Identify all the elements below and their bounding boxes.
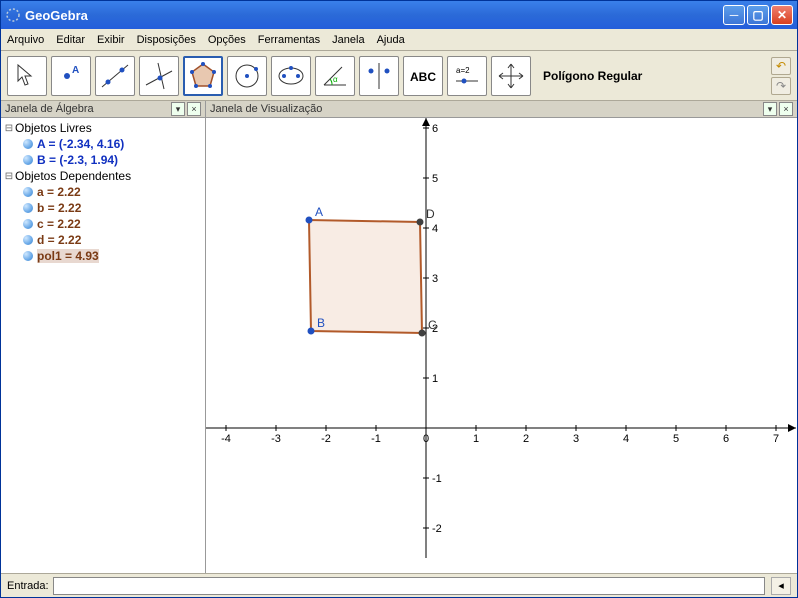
svg-text:6: 6 xyxy=(432,123,438,135)
titlebar[interactable]: GeoGebra ─ ▢ ✕ xyxy=(1,1,797,29)
svg-text:D: D xyxy=(426,207,435,221)
menu-ajuda[interactable]: Ajuda xyxy=(377,34,405,46)
svg-text:4: 4 xyxy=(623,433,629,445)
app-icon xyxy=(5,7,21,23)
selected-tool-label: Polígono Regular xyxy=(543,69,642,83)
tool-move-view[interactable] xyxy=(491,56,531,96)
svg-text:3: 3 xyxy=(573,433,579,445)
bullet-icon xyxy=(23,235,33,245)
algebra-pane: Janela de Álgebra ▾ × ⊟ Objetos Livres A… xyxy=(1,101,206,573)
bullet-icon xyxy=(23,219,33,229)
svg-text:B: B xyxy=(317,316,325,330)
algebra-item-selected[interactable]: pol1 = 4.93 xyxy=(3,248,203,264)
algebra-title: Janela de Álgebra xyxy=(5,103,94,115)
input-help-button[interactable]: ◂ xyxy=(771,577,791,595)
svg-text:5: 5 xyxy=(432,173,438,185)
tool-slider[interactable]: a=2 xyxy=(447,56,487,96)
svg-text:ABC: ABC xyxy=(410,70,436,84)
collapse-icon[interactable]: ⊟ xyxy=(3,123,15,134)
window-title: GeoGebra xyxy=(25,8,88,23)
tool-regular-polygon[interactable] xyxy=(183,56,223,96)
algebra-item[interactable]: a = 2.22 xyxy=(3,184,203,200)
menu-editar[interactable]: Editar xyxy=(56,34,85,46)
maximize-button[interactable]: ▢ xyxy=(747,5,769,25)
graphics-close-icon[interactable]: × xyxy=(779,102,793,116)
input-bar: Entrada: ◂ xyxy=(1,573,797,597)
menu-exibir[interactable]: Exibir xyxy=(97,34,125,46)
svg-text:C: C xyxy=(428,318,437,332)
tool-point[interactable]: A xyxy=(51,56,91,96)
command-input[interactable] xyxy=(53,577,765,595)
algebra-item[interactable]: A = (-2.34, 4.16) xyxy=(3,136,203,152)
toolbar: A α ABC a=2 Polígono Reg xyxy=(1,51,797,101)
algebra-header: Janela de Álgebra ▾ × xyxy=(1,101,205,118)
svg-text:-3: -3 xyxy=(271,433,281,445)
bullet-icon xyxy=(23,203,33,213)
graphics-title: Janela de Visualização xyxy=(210,103,322,115)
collapse-icon[interactable]: ⊟ xyxy=(3,171,15,182)
menu-opcoes[interactable]: Opções xyxy=(208,34,246,46)
svg-text:-1: -1 xyxy=(432,473,442,485)
algebra-item[interactable]: b = 2.22 xyxy=(3,200,203,216)
svg-text:1: 1 xyxy=(473,433,479,445)
tool-perpendicular[interactable] xyxy=(139,56,179,96)
free-objects-category[interactable]: ⊟ Objetos Livres xyxy=(3,120,203,136)
algebra-item[interactable]: d = 2.22 xyxy=(3,232,203,248)
menu-disposicoes[interactable]: Disposições xyxy=(137,34,196,46)
algebra-close-icon[interactable]: × xyxy=(187,102,201,116)
graphics-pane: Janela de Visualização ▾ × -4 -3 -2 -1 0 1 2 3 4… xyxy=(206,101,797,573)
svg-text:7: 7 xyxy=(773,433,779,445)
graphics-toggle-icon[interactable]: ▾ xyxy=(763,102,777,116)
algebra-toggle-icon[interactable]: ▾ xyxy=(171,102,185,116)
dependent-objects-category[interactable]: ⊟ Objetos Dependentes xyxy=(3,168,203,184)
svg-text:0: 0 xyxy=(423,433,429,445)
tool-conic[interactable] xyxy=(271,56,311,96)
bullet-icon xyxy=(23,155,33,165)
algebra-item[interactable]: c = 2.22 xyxy=(3,216,203,232)
svg-text:A: A xyxy=(315,205,323,219)
graphics-header: Janela de Visualização ▾ × xyxy=(206,101,797,118)
svg-text:-4: -4 xyxy=(221,433,231,445)
algebra-item[interactable]: B = (-2.3, 1.94) xyxy=(3,152,203,168)
tool-move[interactable] xyxy=(7,56,47,96)
tool-text[interactable]: ABC xyxy=(403,56,443,96)
svg-text:-2: -2 xyxy=(432,523,442,535)
app-window: GeoGebra ─ ▢ ✕ Arquivo Editar Exibir Dis… xyxy=(0,0,798,598)
svg-text:2: 2 xyxy=(523,433,529,445)
undo-button[interactable]: ↶ xyxy=(771,57,791,75)
redo-button[interactable]: ↷ xyxy=(771,77,791,95)
svg-text:6: 6 xyxy=(723,433,729,445)
bullet-icon xyxy=(23,139,33,149)
svg-text:α: α xyxy=(333,75,338,84)
svg-text:1: 1 xyxy=(432,373,438,385)
bullet-icon xyxy=(23,251,33,261)
menu-janela[interactable]: Janela xyxy=(332,34,364,46)
bullet-icon xyxy=(23,187,33,197)
tool-angle[interactable]: α xyxy=(315,56,355,96)
svg-text:A: A xyxy=(72,65,79,76)
main-area: Janela de Álgebra ▾ × ⊟ Objetos Livres A… xyxy=(1,101,797,573)
tool-reflect[interactable] xyxy=(359,56,399,96)
algebra-tree: ⊟ Objetos Livres A = (-2.34, 4.16) B = (… xyxy=(1,118,205,573)
menubar: Arquivo Editar Exibir Disposições Opções… xyxy=(1,29,797,51)
tool-line[interactable] xyxy=(95,56,135,96)
close-button[interactable]: ✕ xyxy=(771,5,793,25)
input-label: Entrada: xyxy=(7,580,49,592)
graphics-canvas[interactable]: -4-3-2-101234567-2-1123456ABCD xyxy=(206,118,797,573)
tool-circle[interactable] xyxy=(227,56,267,96)
svg-text:-1: -1 xyxy=(371,433,381,445)
svg-text:5: 5 xyxy=(673,433,679,445)
svg-text:a=2: a=2 xyxy=(456,66,470,75)
svg-text:3: 3 xyxy=(432,273,438,285)
menu-ferramentas[interactable]: Ferramentas xyxy=(258,34,320,46)
menu-arquivo[interactable]: Arquivo xyxy=(7,34,44,46)
svg-text:-2: -2 xyxy=(321,433,331,445)
svg-text:4: 4 xyxy=(432,223,438,235)
minimize-button[interactable]: ─ xyxy=(723,5,745,25)
